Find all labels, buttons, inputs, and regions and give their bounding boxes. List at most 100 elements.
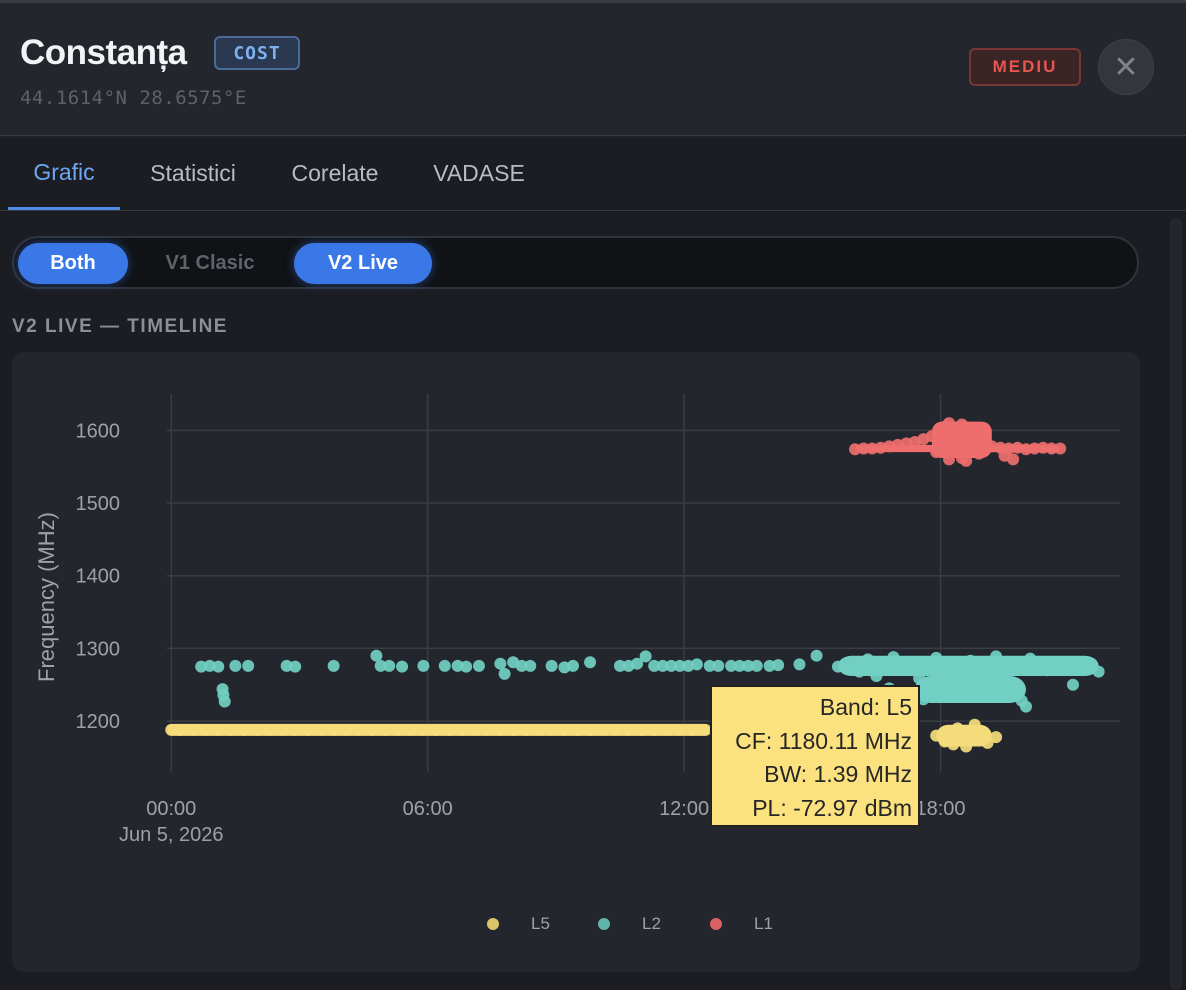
data-point-l2	[229, 659, 242, 672]
panel-header: Constanța COST 44.1614°N 28.6575°E MEDIU…	[0, 3, 1186, 136]
data-point-l5	[686, 723, 699, 736]
risk-level-badge: MEDIU	[969, 48, 1081, 86]
version-toggle-group: Both V1 Clasic V2 Live	[12, 236, 1139, 289]
data-point-l5	[468, 723, 481, 736]
timeline-chart: 1200 1300 1400 1500 1600 00:00 Jun 5, 2026 06:0…	[12, 352, 1140, 972]
data-point-l2	[750, 659, 763, 672]
data-point-l2	[242, 659, 255, 672]
data-point-l2	[438, 659, 451, 672]
data-point-l2	[712, 659, 725, 672]
legend-label-l5: L5	[531, 914, 550, 933]
data-point-l5	[353, 723, 366, 736]
tab-statistici[interactable]: Statistici	[134, 137, 252, 210]
y-tick-label: 1500	[76, 493, 121, 515]
data-point-l5	[455, 723, 468, 736]
data-point-l5	[661, 723, 674, 736]
x-tick-label: 06:00	[403, 798, 453, 820]
data-point-l5	[404, 723, 417, 736]
data-point-l5	[494, 723, 507, 736]
close-icon: ✕	[1113, 50, 1139, 84]
tab-bar: Grafic Statistici Corelate VADASE	[0, 137, 1186, 211]
data-point-l2	[545, 659, 558, 672]
data-point-l5	[237, 723, 250, 736]
data-point-l2	[212, 660, 225, 673]
x-tick-sublabel: Jun 5, 2026	[119, 824, 224, 846]
data-point-l5	[596, 723, 609, 736]
tooltip-band: Band: L5	[819, 694, 912, 720]
section-title: V2 LIVE — TIMELINE	[12, 316, 228, 337]
data-point-l5	[443, 723, 456, 736]
data-point-l5	[225, 723, 238, 736]
tab-grafic[interactable]: Grafic	[8, 137, 120, 210]
legend-marker-l5	[487, 918, 499, 930]
toggle-both-button[interactable]: Both	[18, 243, 128, 284]
data-point-l5	[571, 723, 584, 736]
data-point-l2	[1066, 678, 1079, 691]
data-point-l5	[263, 723, 276, 736]
data-point-l2	[498, 667, 511, 680]
data-point-l5	[430, 723, 443, 736]
tab-corelate[interactable]: Corelate	[276, 137, 394, 210]
data-point-l5	[609, 723, 622, 736]
data-point-l5	[327, 723, 340, 736]
data-point-l5	[673, 723, 686, 736]
data-point-l5	[366, 723, 379, 736]
data-point-l1	[1007, 453, 1020, 466]
legend-item-l2[interactable]: L2	[598, 912, 661, 936]
data-point-l5	[212, 723, 225, 736]
series-l2-cluster	[837, 655, 1099, 677]
data-point-l2	[584, 656, 597, 669]
data-point-l5	[417, 723, 430, 736]
y-tick-label: 1300	[76, 638, 121, 660]
data-point-l5	[250, 723, 263, 736]
data-point-l5	[532, 723, 545, 736]
x-tick-label: 00:00	[146, 798, 196, 820]
data-point-l2	[460, 660, 473, 673]
data-point-l2	[289, 660, 302, 673]
data-point-l2	[472, 659, 485, 672]
legend-marker-l1	[710, 918, 722, 930]
legend-label-l2: L2	[642, 914, 661, 933]
data-point-l5	[186, 723, 199, 736]
legend-item-l1[interactable]: L1	[710, 912, 773, 936]
series-l1-cluster	[931, 421, 992, 458]
data-point-l2	[810, 649, 823, 662]
y-axis-title: Frequency (MHz)	[34, 512, 59, 682]
data-point-l5	[173, 723, 186, 736]
tooltip-bandwidth: BW: 1.39 MHz	[764, 761, 912, 787]
station-type-badge: COST	[214, 36, 300, 70]
hover-tooltip: Band: L5 CF: 1180.11 MHz BW: 1.39 MHz PL…	[710, 685, 920, 827]
coordinates-label: 44.1614°N 28.6575°E	[20, 87, 247, 109]
data-point-l5	[289, 723, 302, 736]
data-point-l2	[218, 695, 231, 708]
data-point-l2	[417, 659, 430, 672]
series-l2-cluster-lower	[914, 676, 1026, 703]
data-point-l5	[519, 723, 532, 736]
tooltip-center-frequency: CF: 1180.11 MHz	[735, 727, 912, 754]
data-point-l2	[566, 659, 579, 672]
legend-item-l5[interactable]: L5	[487, 912, 550, 936]
x-tick-label: 18:00	[915, 798, 965, 820]
scrollbar[interactable]	[1170, 218, 1182, 990]
data-point-l5	[276, 723, 289, 736]
data-point-l5	[622, 723, 635, 736]
city-title: Constanța	[20, 33, 187, 72]
data-point-l5	[378, 723, 391, 736]
data-point-l5	[648, 723, 661, 736]
toggle-v1-clasic-button[interactable]: V1 Clasic	[136, 243, 284, 284]
close-button[interactable]: ✕	[1098, 39, 1154, 95]
y-tick-label: 1400	[76, 566, 121, 588]
data-point-l2	[772, 659, 785, 672]
tab-vadase[interactable]: VADASE	[420, 137, 538, 210]
data-point-l5	[507, 723, 520, 736]
data-point-l5	[635, 723, 648, 736]
legend-label-l1: L1	[754, 914, 773, 933]
data-point-l5	[545, 723, 558, 736]
y-tick-label: 1200	[76, 711, 121, 733]
data-point-l2	[383, 659, 396, 672]
data-point-l2	[1019, 700, 1032, 713]
toggle-v2-live-button[interactable]: V2 Live	[294, 243, 432, 284]
tooltip-power-level: PL: -72.97 dBm	[752, 794, 912, 821]
series-l5-cluster	[936, 724, 992, 747]
x-tick-label: 12:00	[659, 798, 709, 820]
